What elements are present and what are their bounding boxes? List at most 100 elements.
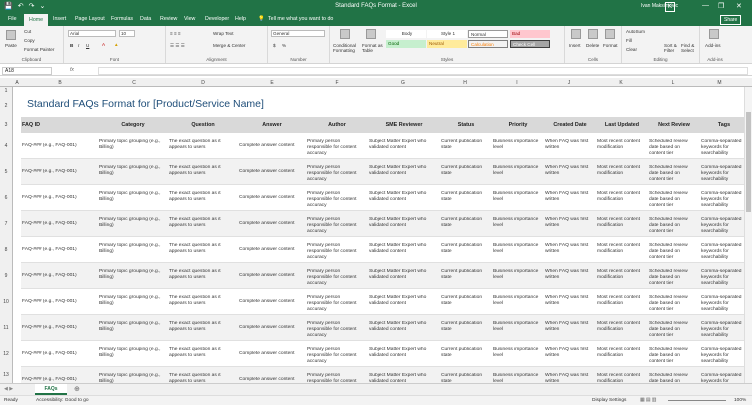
row-header[interactable]: 7	[0, 211, 13, 237]
tab-help[interactable]: Help	[235, 16, 246, 22]
column-header-j[interactable]: J	[543, 80, 595, 86]
tell-me-search[interactable]: Tell me what you want to do	[268, 16, 333, 22]
style-good[interactable]: Good	[386, 40, 426, 48]
table-cell[interactable]: When FAQ was first written	[545, 191, 593, 211]
table-cell[interactable]: Primary topic grouping (e.g., Billing)	[99, 165, 165, 185]
zoom-slider[interactable]	[668, 400, 726, 401]
scrollbar-thumb[interactable]	[746, 112, 751, 212]
format-as-table-button[interactable]: Format as Table	[362, 43, 384, 53]
format-painter-button[interactable]: Format Painter	[24, 47, 54, 52]
column-header-d[interactable]: D	[169, 80, 237, 86]
table-cell[interactable]: Current publication state	[441, 191, 489, 211]
table-cell[interactable]: Business importance level	[493, 139, 541, 159]
row-header[interactable]: 6	[0, 185, 13, 211]
header-cell[interactable]: Next Review	[648, 122, 700, 128]
table-cell[interactable]: Subject Matter Expert who validated cont…	[369, 347, 437, 367]
table-cell[interactable]: Business importance level	[493, 269, 541, 289]
row-header[interactable]: 2	[0, 96, 13, 117]
table-cell[interactable]: Current publication state	[441, 373, 489, 383]
left-align-icon[interactable]: ☰ ☰ ☰	[170, 43, 185, 49]
table-cell[interactable]: The exact question as it appears to user…	[169, 165, 235, 185]
row-header[interactable]: 4	[0, 133, 13, 159]
row-header[interactable]: 13	[0, 367, 13, 383]
table-cell[interactable]: Current publication state	[441, 321, 489, 341]
style-check-cell[interactable]: Check Cell	[510, 40, 550, 48]
row-header[interactable]: 3	[0, 117, 13, 133]
table-cell[interactable]: Most recent content modification	[597, 217, 645, 237]
italic-button[interactable]: I	[78, 43, 79, 48]
fill-color-icon[interactable]: ▲	[114, 42, 119, 47]
style-calculation[interactable]: Calculation	[468, 40, 508, 48]
table-cell[interactable]: Current publication state	[441, 243, 489, 263]
view-buttons[interactable]: ▦ ▤ ▥	[640, 398, 656, 403]
table-cell[interactable]: Business importance level	[493, 191, 541, 211]
table-cell[interactable]: Most recent content modification	[597, 243, 645, 263]
column-header-g[interactable]: G	[367, 80, 439, 86]
table-cell[interactable]: Subject Matter Expert who validated cont…	[369, 269, 437, 289]
conditional-formatting-button[interactable]: Conditional Formatting	[333, 43, 361, 53]
sheet-title[interactable]: Standard FAQs Format for [Product/Servic…	[27, 98, 264, 110]
column-header-i[interactable]: I	[491, 80, 543, 86]
table-cell[interactable]: Most recent content modification	[597, 295, 645, 315]
tab-insert[interactable]: Insert	[53, 16, 66, 22]
column-header-b[interactable]: B	[21, 80, 99, 86]
header-cell[interactable]: Status	[440, 122, 492, 128]
avatar[interactable]: K	[665, 2, 675, 12]
table-cell[interactable]: Primary topic grouping (e.g., Billing)	[99, 295, 165, 315]
table-cell[interactable]: Scheduled review date based on content t…	[649, 295, 697, 315]
restore-icon[interactable]: ❐	[718, 2, 724, 10]
table-cell[interactable]: Scheduled review date based on content t…	[649, 165, 697, 185]
table-cell[interactable]: When FAQ was first written	[545, 321, 593, 341]
table-cell[interactable]: The exact question as it appears to user…	[169, 139, 235, 159]
table-cell[interactable]: Comma-separated keywords for searchabili…	[701, 269, 745, 289]
tab-review[interactable]: Review	[160, 16, 177, 22]
share-button[interactable]: Share	[720, 15, 742, 25]
copy-button[interactable]: Copy	[24, 38, 35, 43]
format-as-table-icon[interactable]	[366, 29, 376, 39]
add-sheet-icon[interactable]: ⊕	[74, 385, 80, 393]
table-cell[interactable]: Primary person responsible for content a…	[307, 165, 365, 185]
sort-filter-button[interactable]: Sort & Filter	[664, 43, 680, 53]
font-color-icon[interactable]: A	[102, 42, 105, 47]
header-cell[interactable]: Last Updated	[596, 122, 648, 128]
underline-button[interactable]: U	[86, 43, 89, 48]
table-cell[interactable]: Primary person responsible for content a…	[307, 347, 365, 367]
addins-button[interactable]: Add-ins	[705, 43, 721, 48]
display-settings-button[interactable]: Display Settings	[592, 398, 626, 403]
addins-icon[interactable]	[709, 29, 719, 39]
table-cell[interactable]: Subject Matter Expert who validated cont…	[369, 243, 437, 263]
delete-cells-icon[interactable]	[588, 29, 598, 39]
header-cell[interactable]: Question	[168, 122, 238, 128]
table-cell[interactable]: Scheduled review date based on content t…	[649, 243, 697, 263]
table-cell[interactable]: Current publication state	[441, 165, 489, 185]
table-cell[interactable]: Comma-separated keywords for searchabili…	[701, 321, 745, 341]
table-cell[interactable]: The exact question as it appears to user…	[169, 243, 235, 263]
cut-button[interactable]: Cut	[24, 29, 31, 34]
table-cell[interactable]: Subject Matter Expert who validated cont…	[369, 139, 437, 159]
table-cell[interactable]: Primary person responsible for content a…	[307, 321, 365, 341]
table-cell[interactable]: Business importance level	[493, 347, 541, 367]
table-cell[interactable]: Subject Matter Expert who validated cont…	[369, 217, 437, 237]
table-cell[interactable]: Primary topic grouping (e.g., Billing)	[99, 269, 165, 289]
table-cell[interactable]: Most recent content modification	[597, 139, 645, 159]
tab-file[interactable]: File	[8, 16, 17, 22]
table-cell[interactable]: Most recent content modification	[597, 191, 645, 211]
style-normal[interactable]: Normal	[468, 30, 508, 38]
column-header-m[interactable]: M	[699, 80, 740, 86]
style-bad[interactable]: Bad	[510, 30, 550, 38]
table-cell[interactable]: The exact question as it appears to user…	[169, 373, 235, 383]
row-header[interactable]: 9	[0, 263, 13, 289]
table-cell[interactable]: The exact question as it appears to user…	[169, 295, 235, 315]
table-cell[interactable]: Scheduled review date based on content t…	[649, 139, 697, 159]
table-cell[interactable]: Scheduled review date based on content t…	[649, 191, 697, 211]
merge-center-button[interactable]: Merge & Center	[213, 43, 245, 48]
header-cell[interactable]: Priority	[492, 122, 544, 128]
table-cell[interactable]: Business importance level	[493, 217, 541, 237]
header-cell[interactable]: Tags	[700, 122, 748, 128]
table-cell[interactable]: Primary topic grouping (e.g., Billing)	[99, 243, 165, 263]
column-header-a[interactable]: A	[13, 80, 21, 86]
table-cell[interactable]: Primary person responsible for content a…	[307, 139, 365, 159]
table-cell[interactable]: Primary person responsible for content a…	[307, 217, 365, 237]
table-cell[interactable]: Subject Matter Expert who validated cont…	[369, 165, 437, 185]
tab-page-layout[interactable]: Page Layout	[75, 16, 105, 22]
